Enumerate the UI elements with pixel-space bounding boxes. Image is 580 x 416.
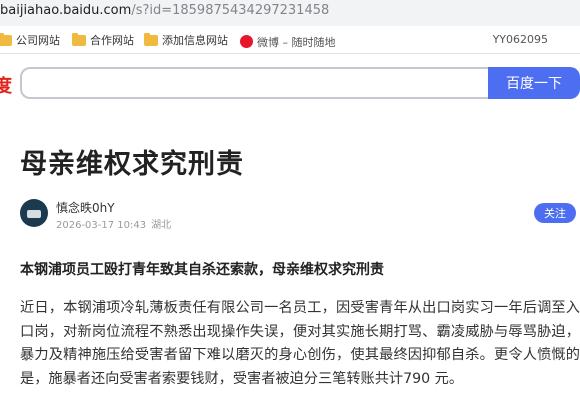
follow-button[interactable]: 关注 [534, 203, 576, 223]
publish-location: 湖北 [151, 220, 172, 231]
bookmark-label: 公司网站 [16, 34, 60, 47]
bookmark-label: 添加信息网站 [162, 34, 228, 47]
url-path: /s?id=1859875434297231458 [131, 3, 330, 18]
article-meta: 2026-03-17 10:43 湖北 [56, 216, 171, 231]
article-title: 母亲维权求究刑责 [20, 149, 244, 180]
author-avatar[interactable] [20, 199, 48, 227]
search-header: 度 百度一下 [0, 56, 580, 112]
bookmark-label: 微博 – 随时随地 [257, 36, 336, 49]
baidu-logo-fragment: 度 [0, 76, 12, 97]
baidu-search-button[interactable]: 百度一下 [488, 67, 580, 99]
folder-icon [144, 33, 158, 46]
account-label: YY062095 [492, 33, 548, 46]
bookmark-add-info-sites[interactable]: 添加信息网站 [144, 33, 228, 49]
bookmark-label: 合作网站 [90, 34, 134, 47]
folder-icon [0, 33, 12, 46]
bookmark-weibo[interactable]: 微博 – 随时随地 [240, 33, 336, 49]
bookmark-partner-sites[interactable]: 合作网站 [72, 33, 134, 49]
bookmark-company-sites[interactable]: 公司网站 [0, 33, 60, 49]
url-host: baijiahao.baidu.com [0, 3, 132, 18]
folder-icon [72, 33, 86, 46]
author-name[interactable]: 慎念昳0hY [56, 199, 115, 216]
search-input[interactable] [20, 67, 490, 99]
article-body: 近日，本钢浦项冷轧薄板责任有限公司一名员工，因受害青年从出口岗实习一年后调至入口… [20, 300, 580, 387]
article-lead: 本钢浦项员工殴打青年致其自杀还索款，母亲维权求究刑责 [20, 262, 384, 278]
bookmarks-bar: 公司网站 合作网站 添加信息网站 微博 – 随时随地 YY062095 [0, 28, 580, 54]
address-bar[interactable]: baijiahao.baidu.com/s?id=185987543429723… [0, 0, 580, 26]
weibo-icon [240, 35, 253, 48]
publish-date: 2026-03-17 10:43 [56, 220, 147, 231]
